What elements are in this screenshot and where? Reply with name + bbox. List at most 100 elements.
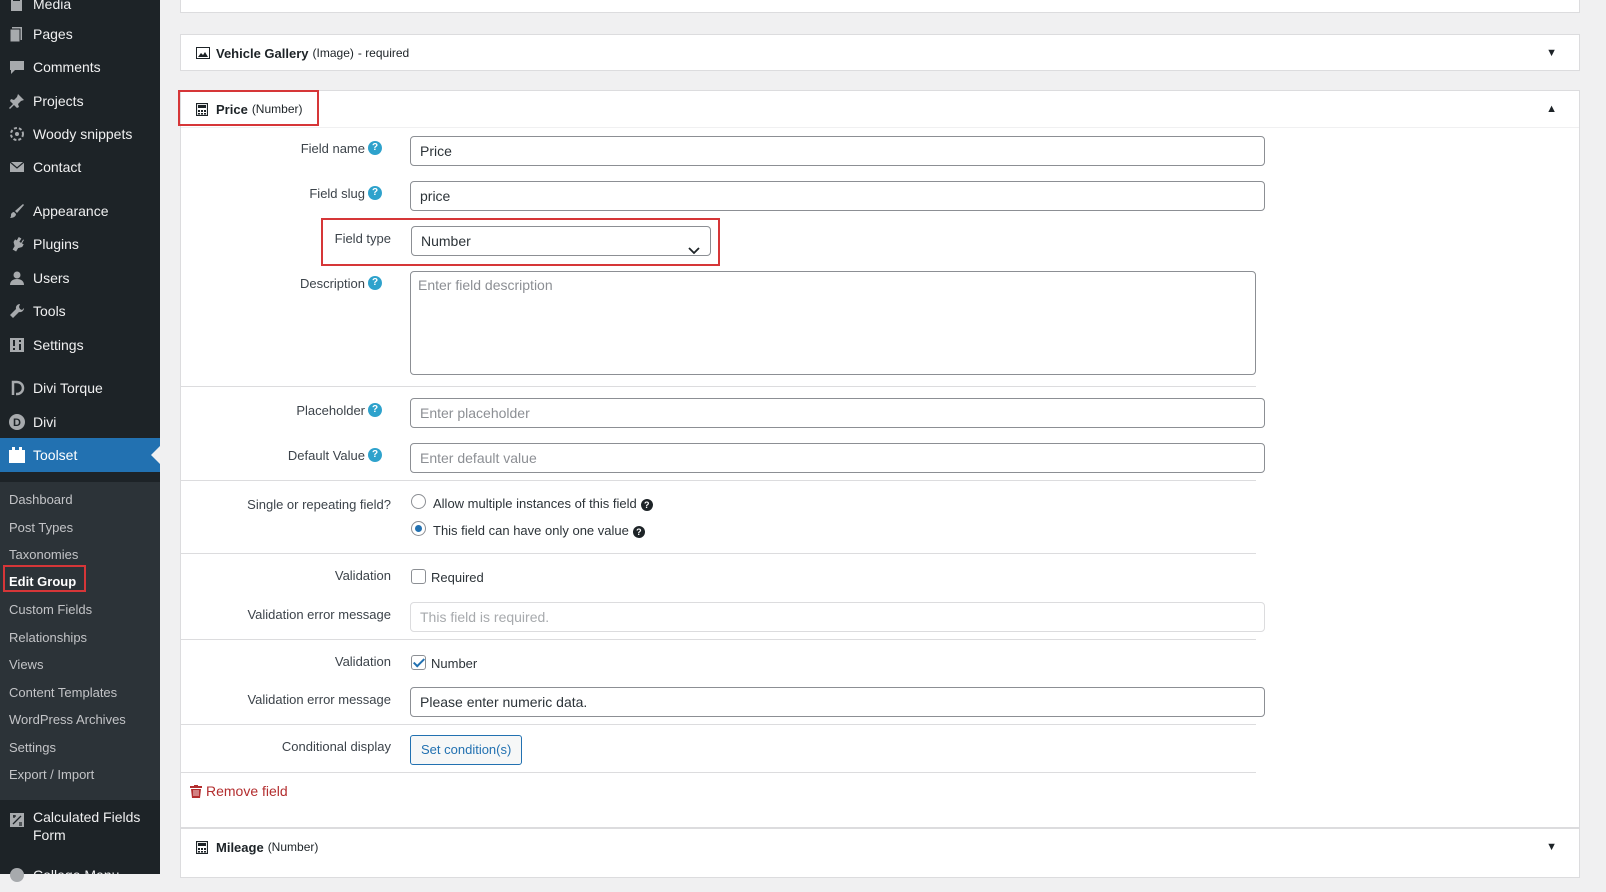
sidebar-item-label: Plugins — [33, 236, 79, 252]
help-icon[interactable]: ? — [640, 498, 653, 511]
snippets-icon — [7, 124, 27, 144]
option-multiple-instances: Allow multiple instances of this field? — [433, 496, 653, 511]
panel-header-mileage[interactable]: Mileage (Number) ▼ — [181, 829, 1579, 865]
sidebar-item-label: Appearance — [33, 203, 109, 219]
divi-torque-icon — [7, 378, 27, 398]
sidebar-item-divi[interactable]: D Divi — [0, 405, 160, 439]
checkbox-number[interactable] — [411, 655, 426, 670]
set-conditions-button[interactable]: Set condition(s) — [410, 735, 523, 765]
help-icon[interactable]: ? — [368, 276, 382, 290]
sidebar-item-toolset[interactable]: Toolset — [0, 438, 160, 472]
submenu-views[interactable]: Views — [9, 657, 43, 672]
default-value-input[interactable]: Enter default value — [410, 443, 1265, 473]
description-textarea[interactable]: Enter field description — [410, 271, 1256, 375]
caret-up-icon[interactable]: ▲ — [1546, 103, 1557, 115]
circle-icon — [7, 865, 27, 885]
sidebar-item-projects[interactable]: Projects — [0, 84, 160, 118]
help-icon[interactable]: ? — [368, 141, 382, 155]
sidebar-item-college-menu[interactable]: College Menu — [0, 858, 160, 892]
help-icon[interactable]: ? — [368, 403, 382, 417]
panel-header-vehicle-gallery[interactable]: Vehicle Gallery (Image) - required ▼ — [181, 35, 1579, 71]
sidebar-item-label: Woody snippets — [33, 126, 133, 142]
pin-icon — [7, 91, 27, 111]
submenu-relationships[interactable]: Relationships — [9, 630, 87, 645]
divider — [181, 639, 1256, 640]
sidebar-item-label: Divi — [33, 414, 57, 430]
media-icon — [7, 0, 27, 14]
mail-icon — [7, 157, 27, 177]
main-content: Vehicle Gallery (Image) - required ▼ Pri… — [178, 0, 1580, 878]
label-field-name: Field name — [300, 141, 365, 156]
panel-required: - required — [357, 46, 410, 60]
submenu-post-types[interactable]: Post Types — [9, 520, 73, 535]
placeholder-input[interactable]: Enter placeholder — [410, 398, 1265, 428]
sidebar-item-label: Users — [33, 270, 70, 286]
sidebar-item-label: Divi Torque — [33, 380, 103, 396]
panel-type: (Number) — [267, 840, 319, 854]
plugin-icon — [7, 234, 27, 254]
radio-multiple-instances[interactable] — [411, 494, 426, 509]
field-slug-input[interactable]: price — [410, 181, 1265, 211]
validation-required-msg-input[interactable]: This field is required. — [410, 602, 1265, 632]
trash-icon — [190, 784, 202, 798]
submenu-content-templates[interactable]: Content Templates — [9, 685, 117, 700]
label-field-slug: Field slug — [309, 186, 365, 201]
caret-down-icon[interactable]: ▼ — [1546, 841, 1557, 853]
submenu-taxonomies[interactable]: Taxonomies — [9, 547, 78, 562]
sidebar-item-tools[interactable]: Tools — [0, 294, 160, 328]
svg-text:D: D — [13, 417, 21, 429]
sidebar-item-label: Media — [33, 0, 72, 12]
panel-header-price[interactable]: Price (Number) ▲ — [181, 91, 1579, 128]
sidebar-item-users[interactable]: Users — [0, 261, 160, 295]
submenu-wordpress-archives[interactable]: WordPress Archives — [9, 712, 126, 727]
brush-icon — [7, 201, 27, 221]
sidebar-item-label: Tools — [33, 303, 66, 319]
label-validation-required: Validation — [334, 568, 391, 583]
toolset-submenu: Dashboard Post Types Taxonomies Edit Gro… — [0, 482, 160, 800]
label-description: Description — [299, 276, 365, 291]
admin-sidebar: Media Pages Comments Projects Woody snip… — [0, 0, 160, 883]
sidebar-item-label: Pages — [33, 26, 73, 42]
sidebar-item-appearance[interactable]: Appearance — [0, 194, 160, 228]
sidebar-item-woody-snippets[interactable]: Woody snippets — [0, 117, 160, 151]
sidebar-item-label: Projects — [33, 93, 84, 109]
radio-single-value[interactable] — [411, 521, 426, 536]
comments-icon — [7, 57, 27, 77]
caret-down-icon[interactable]: ▼ — [1546, 47, 1557, 59]
panel-title: Mileage — [216, 839, 264, 855]
pages-icon — [7, 24, 27, 44]
divider — [181, 553, 1256, 554]
sidebar-item-settings[interactable]: Settings — [0, 328, 160, 362]
submenu-dashboard[interactable]: Dashboard — [9, 492, 73, 507]
checkbox-required[interactable] — [411, 569, 426, 584]
panel-price: Price (Number) ▲ Field name ? Price Fiel… — [178, 90, 1580, 828]
sidebar-item-label: Comments — [33, 59, 101, 75]
sidebar-item-calculated-fields-form[interactable]: Calculated Fields Form — [0, 808, 160, 848]
option-number: Number — [431, 656, 478, 671]
label-validation-msg-number: Validation error message — [247, 692, 391, 707]
sidebar-item-contact[interactable]: Contact — [0, 150, 160, 184]
help-icon[interactable]: ? — [368, 448, 382, 462]
help-icon[interactable]: ? — [368, 186, 382, 200]
panel-previous — [180, 0, 1580, 13]
option-label: Allow multiple instances of this field — [433, 496, 637, 511]
sidebar-item-comments[interactable]: Comments — [0, 50, 160, 84]
wrench-icon — [7, 301, 27, 321]
help-icon[interactable]: ? — [632, 525, 645, 538]
sidebar-item-label-line1: Calculated Fields — [33, 809, 141, 825]
sidebar-item-pages[interactable]: Pages — [0, 17, 160, 51]
label-validation-number: Validation — [334, 654, 391, 669]
remove-field-link[interactable]: Remove field — [190, 783, 288, 799]
sidebar-item-plugins[interactable]: Plugins — [0, 227, 160, 261]
highlight-price-header — [178, 90, 319, 126]
submenu-export-import[interactable]: Export / Import — [9, 767, 94, 782]
sidebar-item-label: College Menu — [33, 867, 120, 883]
submenu-custom-fields[interactable]: Custom Fields — [9, 602, 92, 617]
remove-field-label: Remove field — [206, 783, 288, 799]
divider — [181, 386, 1256, 387]
sidebar-item-divi-torque[interactable]: Divi Torque — [0, 371, 160, 405]
field-name-input[interactable]: Price — [410, 136, 1265, 166]
validation-number-msg-input[interactable]: Please enter numeric data. — [410, 687, 1265, 717]
user-icon — [7, 268, 27, 288]
submenu-settings[interactable]: Settings — [9, 740, 56, 755]
